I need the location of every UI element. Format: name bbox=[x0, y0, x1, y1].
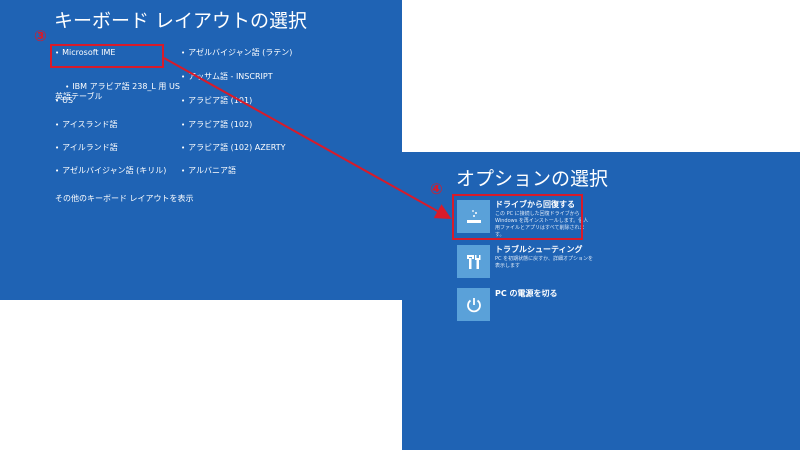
annotation-arrow bbox=[163, 57, 452, 219]
